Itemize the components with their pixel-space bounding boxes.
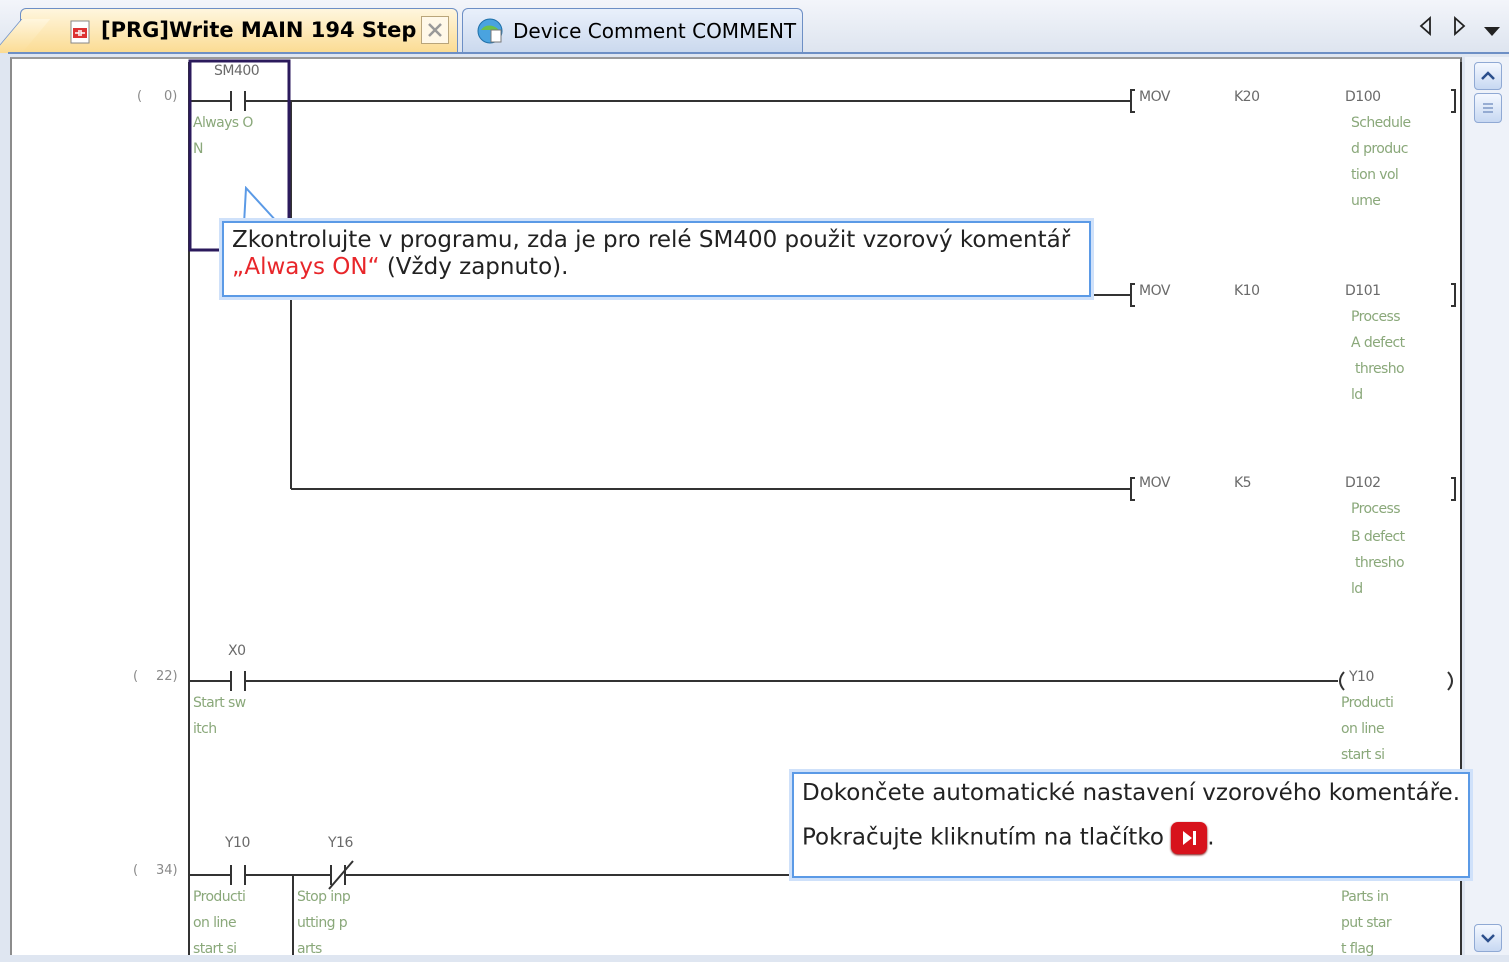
step-number: ( xyxy=(133,669,139,684)
contact-y10-comment: on line xyxy=(193,915,237,931)
scroll-thumb[interactable] xyxy=(1474,93,1502,123)
coil-34-comment: Parts in xyxy=(1341,889,1389,905)
contact-sm400-comment: Always O xyxy=(193,115,253,131)
instruction-comment: d produc xyxy=(1351,141,1409,157)
contact-x0-comment: Start sw xyxy=(193,695,246,711)
next-step-button[interactable] xyxy=(1171,822,1208,854)
coil-y10-comment: start si xyxy=(1341,747,1385,763)
callout-text: (Vždy zapnuto). xyxy=(379,254,569,280)
instruction-comment: tion vol xyxy=(1351,167,1399,183)
instruction-op: MOV xyxy=(1139,283,1170,299)
callout-text: Pokračujte kliknutím na tlačítko xyxy=(802,824,1164,851)
instruction-comment: Schedule xyxy=(1351,115,1411,131)
instruction-comment: thresho xyxy=(1355,361,1405,377)
coil-y10-comment: on line xyxy=(1341,721,1385,737)
step-number: ( xyxy=(133,863,139,878)
contact-y10-device: Y10 xyxy=(225,835,250,851)
instruction-comment: ld xyxy=(1351,387,1363,403)
step-number-34: 34) xyxy=(156,863,178,878)
contact-y16-comment: utting p xyxy=(297,915,348,931)
instruction-comment: thresho xyxy=(1355,555,1405,571)
instruction-comment: B defect xyxy=(1351,529,1405,545)
contact-x0-comment: itch xyxy=(193,721,217,737)
contact-y16-device: Y16 xyxy=(328,835,353,851)
step-number-0: 0) xyxy=(164,89,178,104)
callout-text: Zkontrolujte v programu, zda je pro relé… xyxy=(232,227,1071,253)
contact-y16-comment: arts xyxy=(297,941,322,957)
instruction-comment: Process xyxy=(1351,501,1401,517)
instruction-src: K5 xyxy=(1234,475,1252,491)
callout-highlight: „Always ON“ xyxy=(232,254,380,280)
coil-y10-device: Y10 xyxy=(1349,669,1374,685)
contact-y10-comment: start si xyxy=(193,941,237,957)
contact-sm400-comment: N xyxy=(193,141,203,157)
callout-text: Dokončete automatické nastavení vzorovéh… xyxy=(802,780,1461,806)
instruction-comment: ume xyxy=(1351,193,1381,209)
instruction-src: K20 xyxy=(1234,89,1260,105)
callout-text: . xyxy=(1207,824,1215,851)
instruction-comment: Process xyxy=(1351,309,1401,325)
coil-y10-comment: Producti xyxy=(1341,695,1394,711)
scroll-down-button[interactable] xyxy=(1474,924,1502,952)
step-number: ( xyxy=(137,89,143,104)
tutorial-callout-check-comment: Zkontrolujte v programu, zda je pro relé… xyxy=(222,221,1091,297)
coil-34-comment: t flag xyxy=(1341,941,1374,957)
contact-y10-comment: Producti xyxy=(193,889,246,905)
coil-34-comment: put star xyxy=(1341,915,1392,931)
callout-pointer xyxy=(243,186,279,225)
contact-x0-device: X0 xyxy=(228,643,246,659)
instruction-dst: D100 xyxy=(1345,89,1381,105)
instruction-dst: D102 xyxy=(1345,475,1381,491)
vertical-scrollbar[interactable] xyxy=(1465,57,1509,955)
tutorial-callout-continue: Dokončete automatické nastavení vzorovéh… xyxy=(792,772,1470,878)
instruction-dst: D101 xyxy=(1345,283,1381,299)
step-number-22: 22) xyxy=(156,669,178,684)
scroll-up-button[interactable] xyxy=(1474,62,1502,90)
instruction-comment: ld xyxy=(1351,581,1363,597)
instruction-op: MOV xyxy=(1139,475,1170,491)
instruction-op: MOV xyxy=(1139,89,1170,105)
instruction-src: K10 xyxy=(1234,283,1260,299)
contact-y16-comment: Stop inp xyxy=(297,889,351,905)
next-icon xyxy=(1183,831,1197,845)
contact-sm400-device: SM400 xyxy=(214,63,260,79)
instruction-comment: A defect xyxy=(1351,335,1405,351)
